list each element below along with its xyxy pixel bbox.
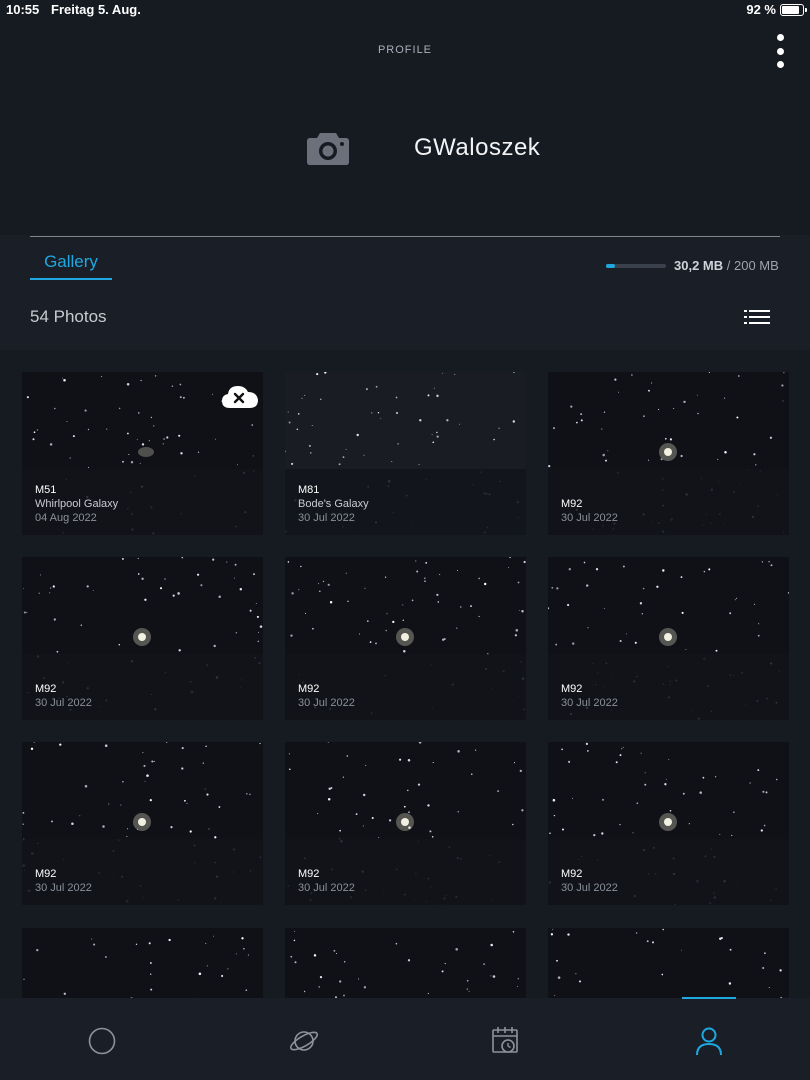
- photo-date: 30 Jul 2022: [561, 512, 618, 524]
- storage-used: 30,2 MB: [674, 258, 724, 273]
- photo-caption: M81 Bode's Galaxy 30 Jul 2022: [285, 469, 526, 535]
- photo-date: 30 Jul 2022: [35, 697, 92, 709]
- photo-date: 30 Jul 2022: [298, 512, 355, 524]
- photo-title: M92: [561, 498, 583, 510]
- photo-count: 54 Photos: [30, 307, 107, 326]
- photo-date: 30 Jul 2022: [561, 882, 618, 894]
- photo-card[interactable]: M92 30 Jul 2022: [548, 372, 789, 535]
- photo-title: M81: [298, 484, 320, 496]
- list-view-icon[interactable]: [744, 309, 770, 325]
- gallery-header: [0, 235, 810, 350]
- tab-gallery[interactable]: Gallery: [30, 252, 112, 272]
- tab-gallery-indicator: [30, 278, 112, 280]
- storage-total: / 200 MB: [726, 258, 779, 273]
- more-vertical-icon[interactable]: [772, 34, 788, 68]
- photo-card[interactable]: M92 30 Jul 2022: [285, 742, 526, 905]
- photo-card[interactable]: M81 Bode's Galaxy 30 Jul 2022: [285, 372, 526, 535]
- photo-card[interactable]: [548, 928, 789, 998]
- cloud-remove-icon[interactable]: [221, 384, 259, 410]
- photo-card[interactable]: [22, 928, 263, 998]
- photo-card[interactable]: M92 30 Jul 2022: [548, 742, 789, 905]
- photo-card[interactable]: M92 30 Jul 2022: [22, 742, 263, 905]
- photo-caption: M92 30 Jul 2022: [548, 469, 789, 535]
- photo-card[interactable]: M92 30 Jul 2022: [548, 557, 789, 720]
- photo-subtitle: Bode's Galaxy: [298, 498, 369, 510]
- photo-date: 30 Jul 2022: [35, 882, 92, 894]
- photo-date: 30 Jul 2022: [561, 697, 618, 709]
- photo-grid: M51 Whirlpool Galaxy 04 Aug 2022 M81 Bod…: [0, 350, 810, 998]
- photo-card[interactable]: M92 30 Jul 2022: [22, 557, 263, 720]
- status-bar: 10:55 Freitag 5. Aug. 92 %: [0, 0, 810, 20]
- photo-title: M92: [561, 868, 583, 880]
- storage-usage: 30,2 MB / 200 MB: [674, 258, 779, 273]
- bottom-nav: [0, 998, 810, 1080]
- photo-title: M92: [35, 683, 57, 695]
- photo-title: M92: [35, 868, 57, 880]
- photo-thumbnail: [22, 928, 263, 998]
- username: GWaloszek: [414, 134, 541, 161]
- photo-card[interactable]: [285, 928, 526, 998]
- photo-caption: M92 30 Jul 2022: [548, 839, 789, 905]
- battery-percentage: 92 %: [746, 2, 776, 17]
- circle-icon[interactable]: [85, 1024, 119, 1058]
- photo-date: 04 Aug 2022: [35, 512, 97, 524]
- photo-date: 30 Jul 2022: [298, 697, 355, 709]
- storage-progress-bar: [606, 264, 666, 268]
- photo-title: M51: [35, 484, 57, 496]
- photo-caption: M92 30 Jul 2022: [285, 654, 526, 720]
- photo-thumbnail: [548, 928, 789, 998]
- nav-active-indicator: [682, 997, 736, 999]
- photo-title: M92: [298, 683, 320, 695]
- photo-title: M92: [561, 683, 583, 695]
- photo-caption: M51 Whirlpool Galaxy 04 Aug 2022: [22, 469, 263, 535]
- camera-icon[interactable]: [306, 130, 350, 166]
- photo-caption: M92 30 Jul 2022: [548, 654, 789, 720]
- storage-progress-fill: [606, 264, 616, 268]
- photo-caption: M92 30 Jul 2022: [285, 839, 526, 905]
- photo-thumbnail: [285, 928, 526, 998]
- photo-date: 30 Jul 2022: [298, 882, 355, 894]
- status-time: 10:55: [6, 2, 40, 17]
- status-date: Freitag 5. Aug.: [51, 2, 141, 17]
- page-title: PROFILE: [377, 44, 433, 56]
- photo-subtitle: Whirlpool Galaxy: [35, 498, 119, 510]
- divider: [30, 236, 780, 237]
- photo-caption: M92 30 Jul 2022: [22, 839, 263, 905]
- photo-card[interactable]: M92 30 Jul 2022: [285, 557, 526, 720]
- photo-title: M92: [298, 868, 320, 880]
- calendar-clock-icon[interactable]: [489, 1024, 523, 1058]
- photo-card[interactable]: M51 Whirlpool Galaxy 04 Aug 2022: [22, 372, 263, 535]
- user-icon[interactable]: [692, 1024, 726, 1058]
- photo-caption: M92 30 Jul 2022: [22, 654, 263, 720]
- planet-icon[interactable]: [287, 1024, 321, 1058]
- battery-icon: [780, 4, 807, 16]
